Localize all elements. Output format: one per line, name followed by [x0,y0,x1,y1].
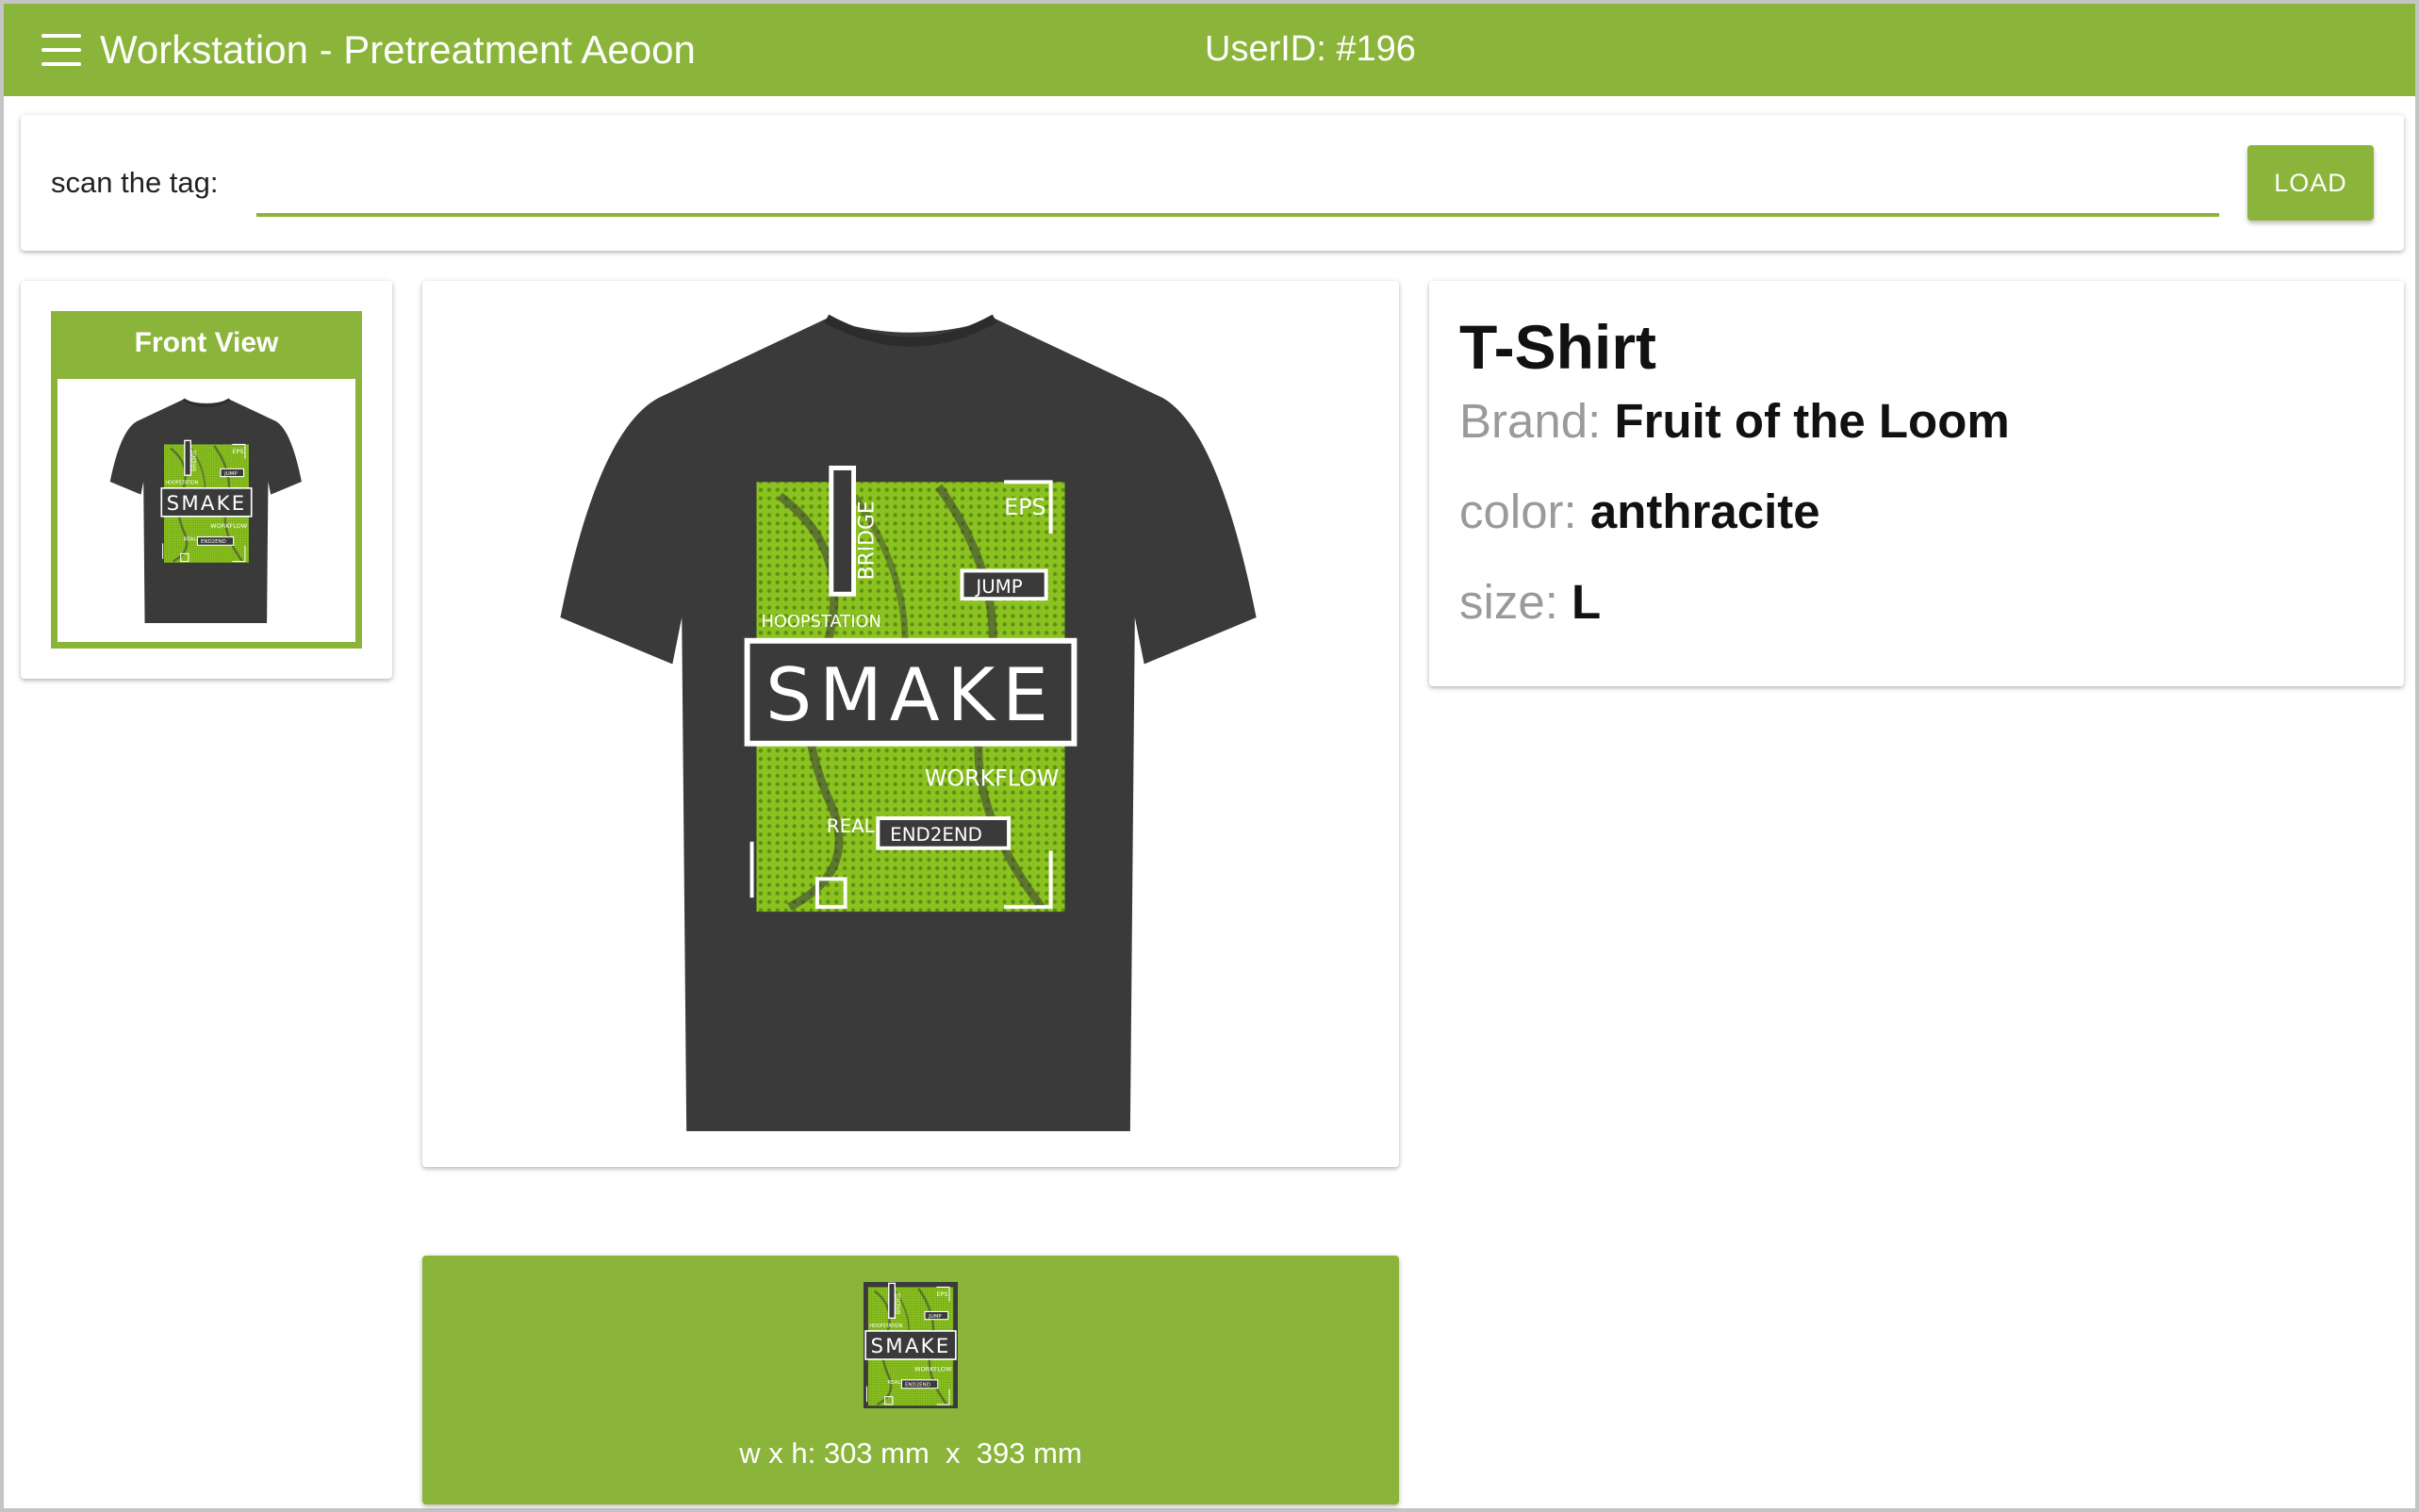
design-thumbnail-image [864,1282,958,1408]
product-info-panel: T-Shirt Brand: Fruit of the Loom color: … [1429,281,2404,686]
color-value: anthracite [1589,485,1820,538]
size-label: size: [1459,575,1558,629]
tshirt-front-image: BRIDGE EPS JUMP HOOPSTATION SMAKE WORKFL… [545,309,1276,1131]
hamburger-menu-icon[interactable] [41,34,81,66]
scan-panel: scan the tag: LOAD [21,115,2404,251]
user-id: UserID: #196 [1205,29,1416,69]
color-row: color: anthracite [1459,483,1820,541]
view-front-thumbnail[interactable]: Front View [51,311,362,649]
brand-row: Brand: Fruit of the Loom [1459,392,2010,451]
app-title: Workstation - Pretreatment Aeoon [100,27,696,72]
load-button[interactable]: LOAD [2247,145,2374,221]
print-dimensions: w x h: 303 mm x 393 mm [739,1437,1082,1470]
product-type: T-Shirt [1459,312,1656,382]
brand-value: Fruit of the Loom [1614,394,2010,448]
view-label: Front View [51,311,362,379]
app-bar: Workstation - Pretreatment Aeoon UserID:… [4,4,2415,96]
print-area-panel[interactable]: w x h: 303 mm x 393 mm [422,1256,1399,1504]
scan-label: scan the tag: [51,166,219,199]
scan-tag-input[interactable] [256,153,2219,217]
size-row: size: L [1459,573,1601,632]
tshirt-thumbnail-image [108,398,304,623]
product-image-panel: BRIDGE EPS JUMP HOOPSTATION SMAKE WORKFL… [422,281,1399,1167]
app-window: Workstation - Pretreatment Aeoon UserID:… [0,0,2419,1512]
brand-label: Brand: [1459,394,1602,448]
color-label: color: [1459,485,1577,538]
view-selector: Front View [21,281,392,679]
size-value: L [1572,575,1602,629]
